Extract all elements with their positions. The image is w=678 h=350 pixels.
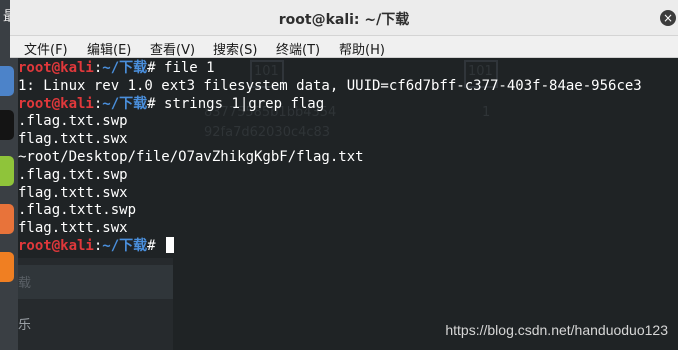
- command-text: file 1: [155, 60, 215, 76]
- terminal-output-line: flag.txtt.swx: [18, 184, 128, 201]
- terminal-output-line: flag.txtt.swx: [18, 220, 128, 237]
- background-pane-selection: [18, 265, 173, 299]
- prompt-user: root@kali: [18, 238, 94, 254]
- background-pane-item-2: 乐: [18, 318, 32, 333]
- prompt-user: root@kali: [18, 95, 94, 112]
- prompt-symbol: #: [147, 95, 156, 112]
- background-pane-item-1: 载: [18, 276, 32, 291]
- terminal-output-line: ~root/Desktop/file/O7avZhikgKgbF/flag.tx…: [18, 149, 364, 165]
- menu-bar: 文件(F) 编辑(E) 查看(V) 搜索(S) 终端(T) 帮助(H): [10, 36, 678, 58]
- terminal-output-line: .flag.txtt.swp: [18, 202, 137, 219]
- prompt-path: ~/下载: [102, 238, 148, 254]
- dock-icon-4[interactable]: [0, 204, 14, 234]
- background-pane: 载 乐: [18, 258, 173, 350]
- terminal-output-line: .flag.txt.swp: [18, 166, 128, 183]
- prompt-path: ~/下载: [102, 60, 148, 76]
- close-icon[interactable]: ×: [660, 10, 676, 26]
- terminal-area[interactable]: 101 101 83775585b1bb4354 92fa7d62030c4c8…: [18, 58, 678, 350]
- menu-terminal[interactable]: 终端(T): [276, 39, 320, 58]
- menu-file[interactable]: 文件(F): [24, 39, 68, 58]
- terminal-command-line: root@kali:~/下载# strings 1|grep flag: [18, 95, 324, 113]
- command-text: [156, 238, 164, 254]
- terminal-output-line: .flag.txt.swp: [18, 113, 128, 130]
- menu-edit[interactable]: 编辑(E): [87, 39, 131, 58]
- prompt-user: root@kali: [18, 60, 94, 76]
- prompt-path: ~/下载: [102, 95, 148, 112]
- menu-search[interactable]: 搜索(S): [213, 39, 257, 58]
- watermark: https://blog.csdn.net/handuoduo123: [445, 322, 668, 338]
- menu-view[interactable]: 查看(V): [150, 39, 195, 58]
- ghost-number: 1: [482, 105, 491, 120]
- dock-icon-5[interactable]: [0, 252, 14, 282]
- command-text: strings 1|grep flag: [155, 95, 325, 112]
- prompt-symbol: #: [147, 238, 156, 254]
- menu-help[interactable]: 帮助(H): [339, 39, 385, 58]
- terminal-output-line: flag.txtt.swx: [18, 131, 128, 148]
- terminal-output-line: 1: Linux rev 1.0 ext3 filesystem data, U…: [18, 77, 642, 94]
- ghost-hash-2: 92fa7d62030c4c83: [204, 125, 331, 140]
- cursor: [166, 237, 175, 253]
- dock-icon-2[interactable]: [0, 110, 14, 140]
- terminal-command-line: root@kali:~/下载#: [18, 237, 175, 255]
- dock-icon-1[interactable]: [0, 66, 14, 96]
- window-titlebar[interactable]: root@kali: ~/下载 ×: [10, 0, 678, 36]
- dock-icon-3[interactable]: [0, 156, 14, 186]
- window-title: root@kali: ~/下载: [278, 12, 410, 28]
- prompt-symbol: #: [147, 60, 156, 76]
- terminal-command-line: root@kali:~/下载# file 1: [18, 59, 215, 77]
